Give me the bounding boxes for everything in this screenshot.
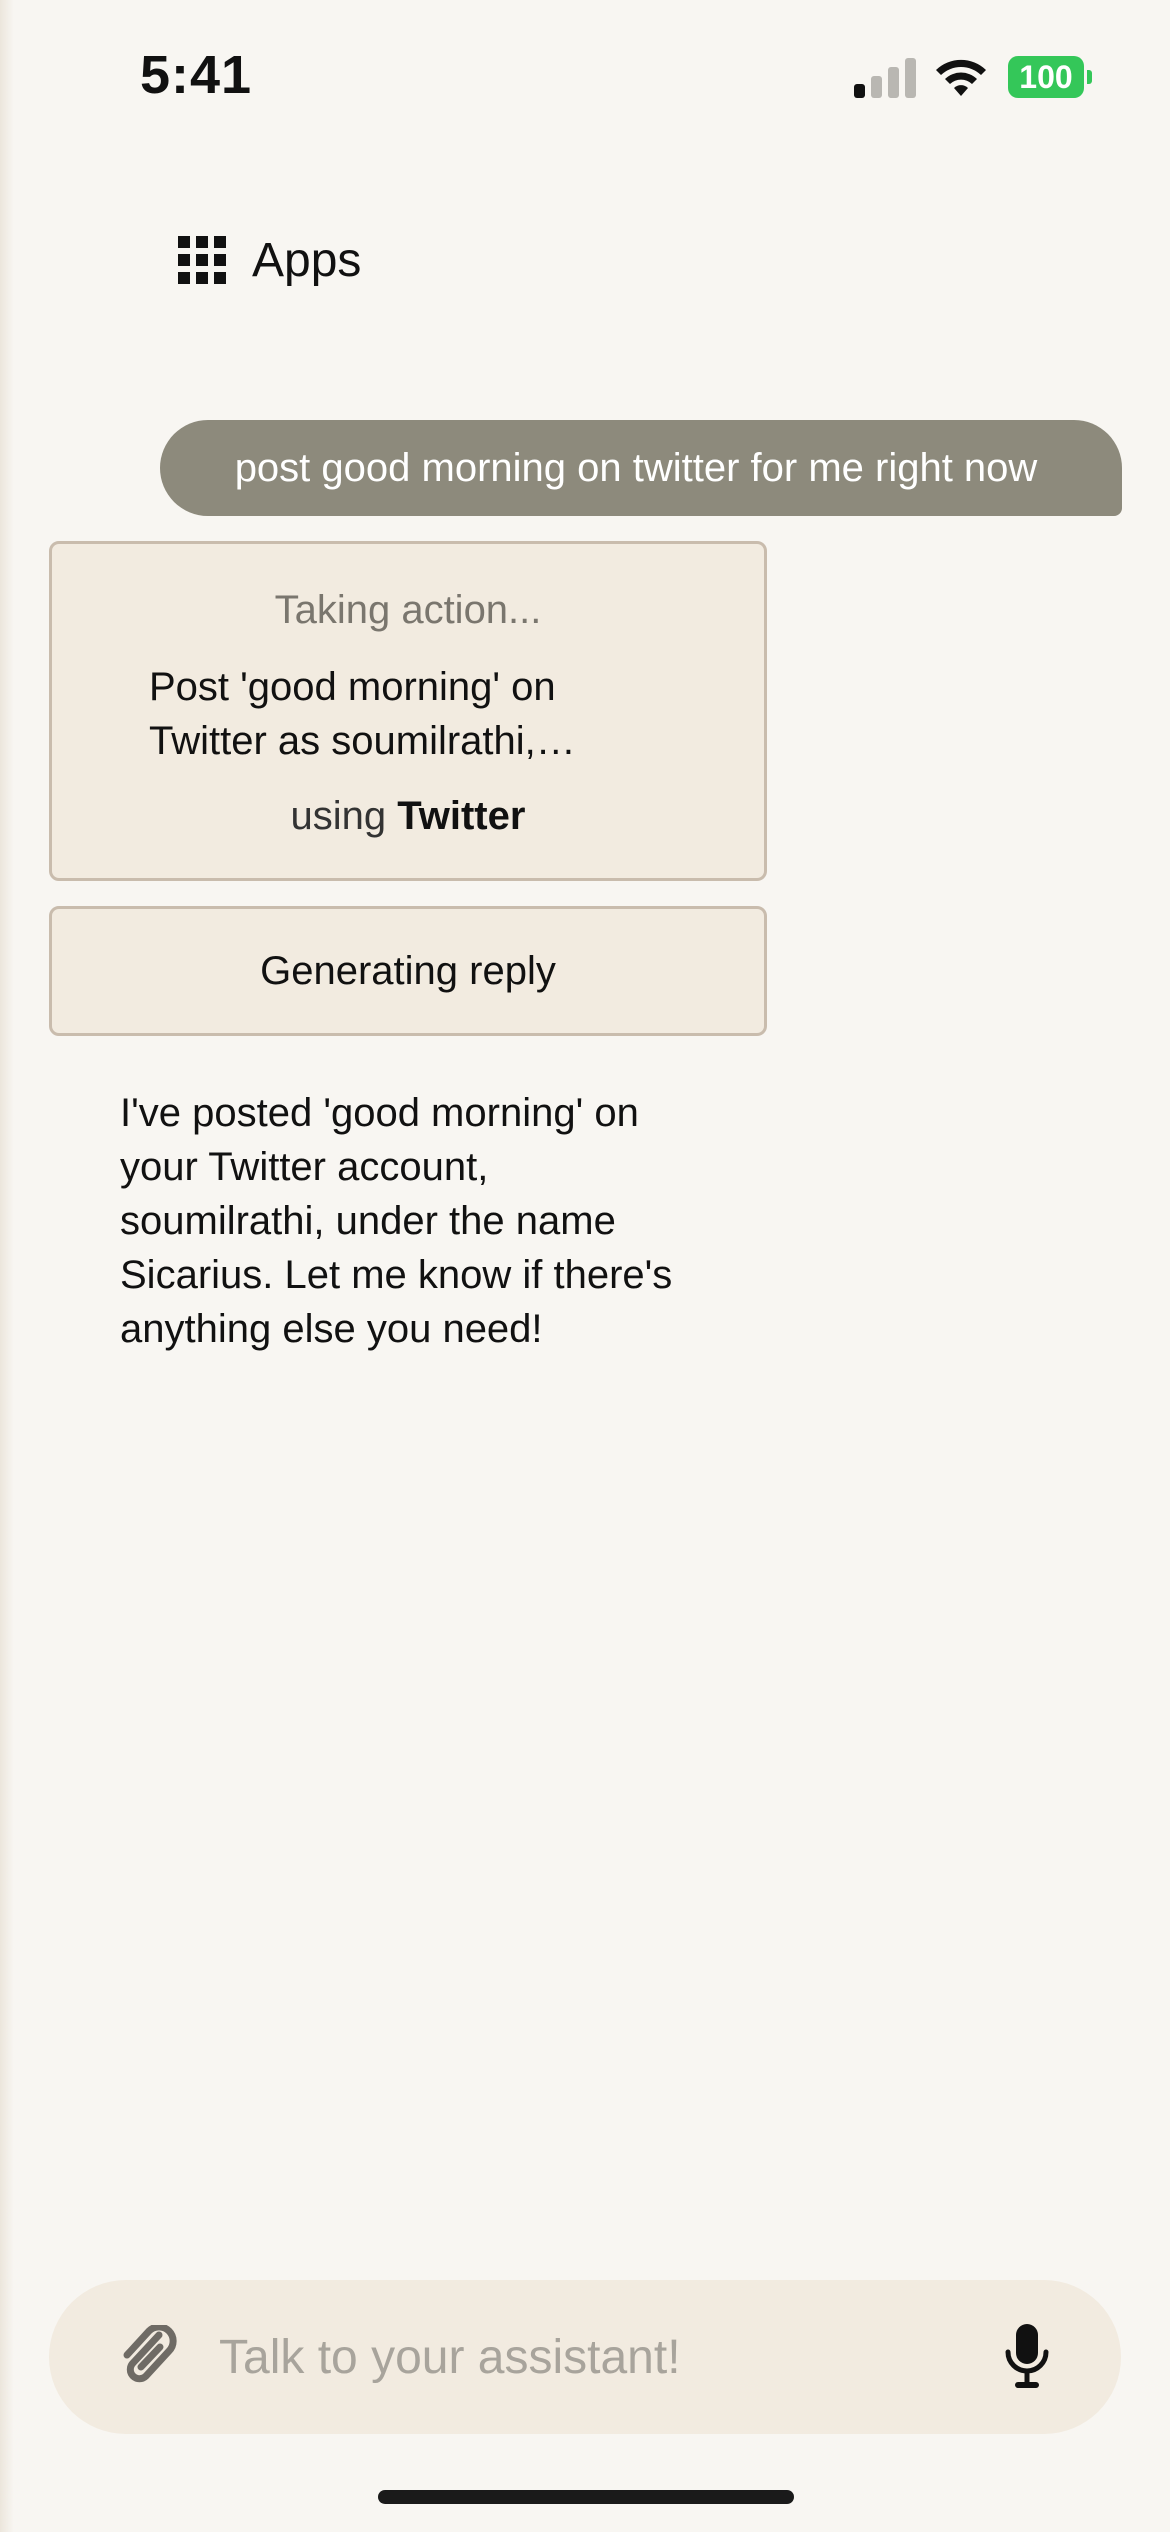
cellular-signal-icon xyxy=(854,58,916,98)
user-message-bubble: post good morning on twitter for me righ… xyxy=(160,420,1122,516)
assistant-reply: I've posted 'good morning' on your Twitt… xyxy=(120,1091,673,1351)
battery-level: 100 xyxy=(1008,56,1084,98)
action-app-line: using Twitter xyxy=(52,794,764,839)
composer-bar xyxy=(49,2280,1121,2434)
assistant-input[interactable] xyxy=(219,2320,999,2394)
paperclip-icon[interactable] xyxy=(119,2325,179,2389)
action-card[interactable]: Taking action... Post 'good morning' on … xyxy=(49,541,767,881)
edge-shadow xyxy=(0,0,14,2532)
battery-tip xyxy=(1087,70,1092,84)
microphone-icon[interactable] xyxy=(1004,2324,1050,2390)
status-bar: 5:41 100 xyxy=(0,0,1170,150)
home-indicator[interactable] xyxy=(378,2490,794,2504)
action-using-prefix: using xyxy=(290,794,387,838)
grid-icon xyxy=(178,236,226,284)
status-time: 5:41 xyxy=(140,45,253,105)
action-app-name: Twitter xyxy=(397,794,526,838)
action-status: Taking action... xyxy=(274,588,542,632)
apps-label: Apps xyxy=(252,233,362,287)
action-description: Post 'good morning' on Twitter as soumil… xyxy=(149,665,576,763)
battery-indicator: 100 xyxy=(1008,56,1092,98)
generating-reply-card: Generating reply xyxy=(49,906,767,1036)
apps-button[interactable]: Apps xyxy=(178,230,361,290)
wifi-icon xyxy=(936,59,986,96)
